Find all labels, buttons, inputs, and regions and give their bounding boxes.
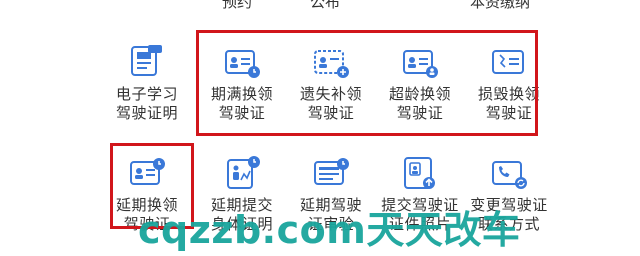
- phone-card-icon: [131, 45, 162, 76]
- top-label-1: 预约: [222, 0, 253, 11]
- top-label-3: 本资缴纳: [470, 0, 531, 11]
- contact-phone-icon: [492, 161, 527, 189]
- top-label-2: 公布: [310, 0, 341, 11]
- tile-label: 电子学习 驾驶证明: [115, 85, 178, 122]
- photo-upload-icon: [404, 157, 435, 189]
- watermark-text: cqzzb.com天天改车: [138, 208, 521, 252]
- highlight-box-row1: [196, 30, 538, 136]
- health-chart-icon: [227, 156, 260, 189]
- license-clock-icon: [314, 158, 349, 185]
